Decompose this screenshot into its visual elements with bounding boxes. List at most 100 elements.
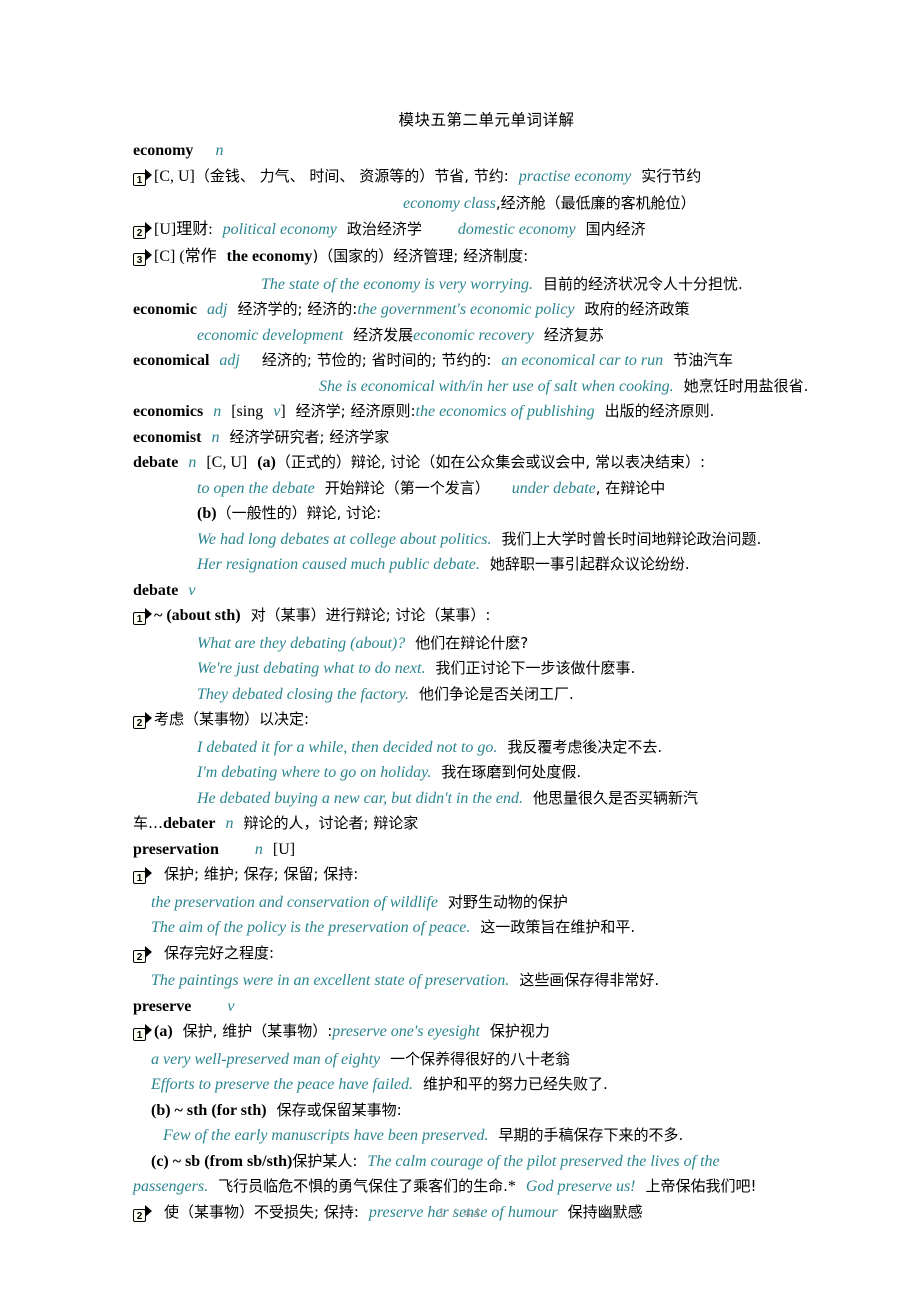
example-chinese: 上帝保佑我们吧!	[645, 1177, 757, 1195]
sense-line-preservation-2: 2 保存完好之程度:	[133, 941, 810, 969]
sense-line-preservation-1: 1 保护; 维护; 保存; 保留; 保持:	[133, 862, 810, 890]
chinese-gloss: 保护, 维护（某事物）:	[182, 1022, 333, 1040]
part-of-speech: n	[213, 403, 222, 420]
example-line-preservation-2a: The paintings were in an excellent state…	[133, 968, 810, 994]
page-indicator: 1 / 44	[438, 1206, 482, 1221]
example-english: We had long debates at college about pol…	[197, 530, 492, 548]
chinese-gloss: 保存或保留某事物:	[276, 1100, 402, 1119]
part-of-speech: adj	[219, 352, 240, 369]
example-chinese: 一个保养得很好的八十老翁	[390, 1049, 571, 1068]
sense-line-debate-v-2: 2 考虑（某事物）以决定:	[133, 707, 810, 735]
chinese-gloss: 经济学研究者; 经济学家	[229, 427, 390, 446]
example-chinese: 实行节约	[641, 166, 702, 185]
grammar-label: [C, U]	[206, 454, 248, 471]
example-chinese: 这一政策旨在维护和平.	[480, 918, 636, 936]
example-english-continued: passengers.	[133, 1178, 209, 1195]
document-page: 模块五第二单元单词详解 economy n 1 [C, U] （金钱、 力气、 时间、…	[0, 0, 920, 1302]
triangle-icon	[145, 608, 152, 620]
chinese-gloss: )（国家的）经济管理; 经济制度:	[312, 247, 529, 265]
part-of-speech: n	[225, 815, 234, 832]
example-line-debate-v-1a: What are they debating (about)? 他们在辩论什麽?	[133, 631, 810, 657]
headword-text: debate	[133, 454, 179, 471]
headword-text: economic	[133, 301, 197, 318]
example-chinese: 政治经济学	[346, 219, 422, 238]
example-english: The state of the economy is very worryin…	[261, 275, 533, 293]
chinese-gloss: 保护某人:	[292, 1151, 358, 1170]
example-chinese: , 在辩论中	[595, 478, 666, 497]
example-line-debate-v-2a: I debated it for a while, then decided n…	[133, 735, 810, 761]
chinese-gloss: 保护; 维护; 保存; 保留; 保持:	[164, 865, 359, 883]
entry-headword-economy: economy n	[133, 138, 810, 164]
chinese-gloss: 对（某事）进行辩论; 讨论（某事）:	[250, 606, 491, 624]
sense-line-economy-1b: economy class,经济舱（最低廉的客机舱位）	[133, 191, 810, 217]
example-chinese: 经济发展	[353, 325, 414, 344]
entry-headword-economical: economical adj 经济的; 节俭的; 省时间的; 节约的: an econ…	[133, 348, 810, 374]
example-chinese: 他们争论是否关闭工厂.	[418, 684, 574, 703]
chinese-gloss: （一般性的）辩论, 讨论:	[216, 504, 382, 522]
chinese-gloss: 保存完好之程度:	[164, 943, 275, 962]
example-line-debate-v-1b: We're just debating what to do next. 我们正讨…	[133, 656, 810, 682]
example-chinese: 这些画保存得非常好.	[519, 971, 660, 989]
part-of-speech: v	[227, 997, 235, 1015]
headword-text: economist	[133, 428, 202, 446]
entry-headword-economist: economist n 经济学研究者; 经济学家	[133, 425, 810, 451]
example-chinese: 出版的经济原则.	[604, 402, 715, 420]
example-chinese: 经济复苏	[543, 325, 604, 344]
example-chinese: 国内经济	[585, 219, 646, 238]
example-english: practise economy	[518, 167, 632, 185]
chinese-gloss: 考虑（某事物）以决定:	[154, 710, 310, 728]
headword-text: preservation	[133, 840, 219, 858]
example-english: under debate	[511, 479, 596, 497]
triangle-icon	[145, 221, 152, 234]
part-of-speech: n	[254, 840, 263, 858]
example-english: Few of the early manuscripts have been p…	[163, 1127, 489, 1144]
grammar-label-close: ]	[280, 403, 286, 420]
part-of-speech: v	[188, 581, 196, 599]
sense-line-debate-b: (b)（一般性的）辩论, 讨论:	[133, 501, 810, 527]
part-of-speech: n	[215, 142, 224, 159]
example-line-economic-2: economic development 经济发展economic recover…	[133, 323, 810, 349]
example-line-preserve-1b1: Few of the early manuscripts have been p…	[133, 1123, 810, 1149]
headword-text: economical	[133, 352, 210, 369]
sense-line-debate-v-1: 1 ~ (about sth) 对（某事）进行辩论; 讨论（某事）:	[133, 603, 810, 631]
example-chinese: 我在琢磨到何处度假.	[441, 763, 582, 781]
chinese-gloss: （金钱、 力气、 时间、 资源等的）节省, 节约:	[194, 166, 509, 185]
entry-headword-debate-noun: debate n [C, U] (a)（正式的）辩论, 讨论（如在公众集会或议会中, …	[133, 450, 810, 476]
sense-number-marker: 3	[133, 246, 152, 272]
wrapped-continuation: 车…	[133, 814, 164, 832]
example-chinese: 她烹饪时用盐很省.	[683, 376, 809, 395]
example-chinese: 早期的手稿保存下来的不多.	[498, 1126, 684, 1144]
triangle-icon	[145, 1024, 152, 1036]
grammar-label: [U]理财:	[154, 220, 213, 238]
chinese-gloss: 经济的; 节俭的; 省时间的; 节约的:	[261, 351, 492, 369]
page-title: 模块五第二单元单词详解	[398, 112, 575, 129]
example-chinese: 我们上大学时曾长时间地辩论政治问题.	[501, 529, 762, 548]
sense-number-marker: 1	[133, 166, 152, 192]
example-line-economy-3: The state of the economy is very worryin…	[133, 272, 810, 298]
example-english: God preserve us!	[525, 1178, 636, 1195]
example-line-debate-b1: We had long debates at college about pol…	[133, 527, 810, 553]
example-line-preserve-1c-wrap: passengers. 飞行员临危不惧的勇气保住了乘客们的生命.* God pres…	[133, 1174, 810, 1200]
example-english: preserve one's eyesight	[332, 1023, 480, 1040]
sense-letter: (a)	[257, 454, 276, 471]
entry-headword-economic: economic adj 经济学的; 经济的:the government's ec…	[133, 297, 810, 323]
example-english: The calm courage of the pilot preserved …	[367, 1152, 720, 1170]
example-chinese: 我反覆考虑後决定不去.	[507, 737, 663, 756]
example-english: The paintings were in an excellent state…	[151, 972, 510, 989]
sense-line-economy-3: 3 [C] (常作 the economy)（国家的）经济管理; 经济制度:	[133, 244, 810, 272]
example-chinese: 维护和平的努力已经失败了.	[423, 1075, 608, 1093]
example-line-debate-v-2c: He debated buying a new car, but didn't …	[133, 786, 810, 812]
example-english: economic recovery	[413, 326, 534, 344]
example-line-debate-v-1c: They debated closing the factory. 他们争论是否关…	[133, 682, 810, 708]
example-english: He debated buying a new car, but didn't …	[197, 789, 524, 807]
entry-headword-preservation: preservation n [U]	[133, 837, 810, 863]
part-of-speech: n	[188, 454, 197, 471]
example-english: political economy	[222, 220, 337, 238]
example-line-preservation-1a: the preservation and conservation of wil…	[133, 890, 810, 916]
triangle-icon	[145, 945, 152, 958]
example-chinese: 开始辩论（第一个发言）	[324, 478, 490, 497]
grammar-label: [C] (常作	[154, 248, 217, 265]
triangle-icon	[145, 712, 152, 724]
example-chinese: 保护视力	[489, 1022, 550, 1040]
example-english: the preservation and conservation of wil…	[151, 893, 438, 911]
